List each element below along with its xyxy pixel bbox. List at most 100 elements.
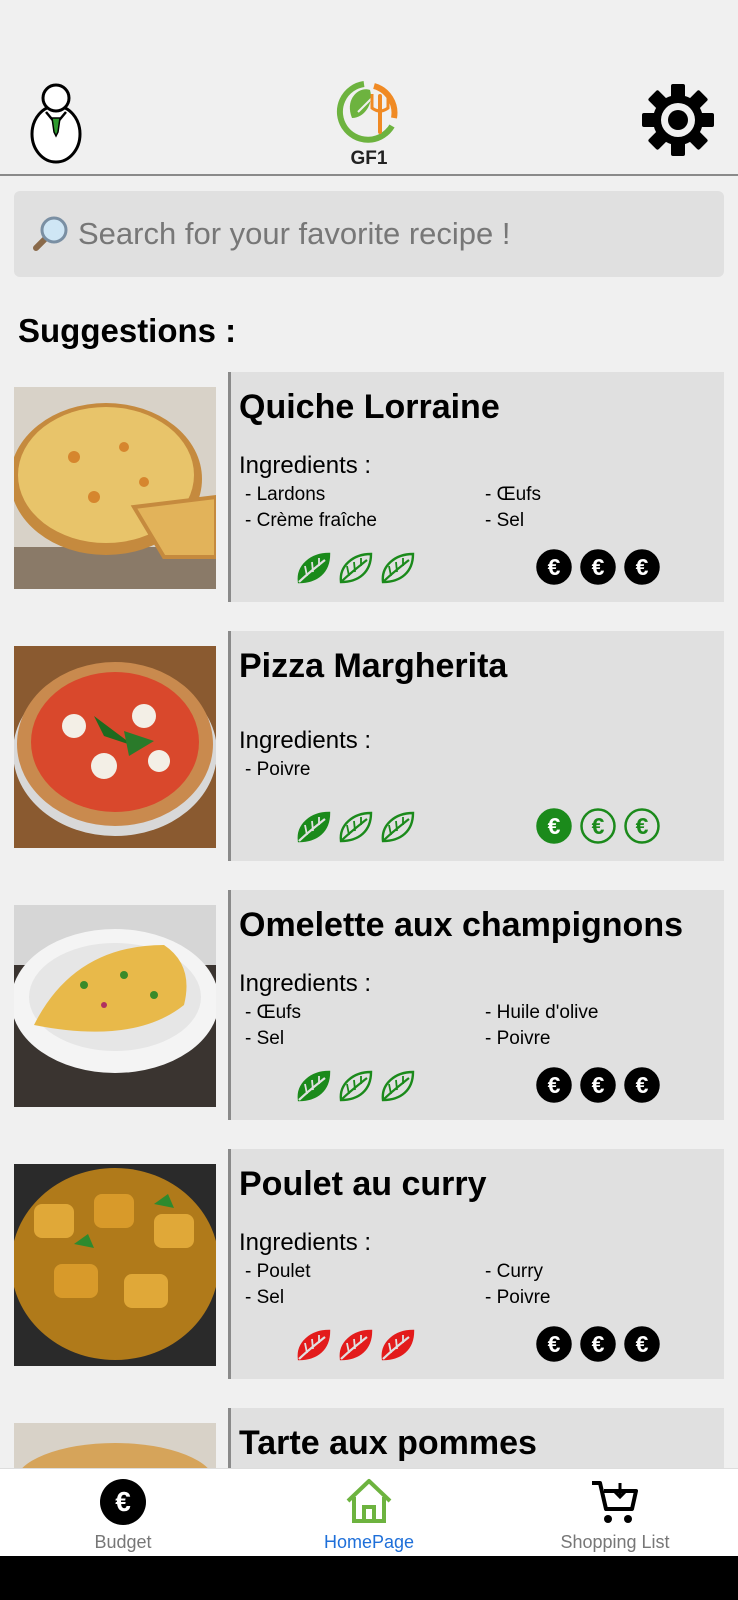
eco-score: [295, 1066, 417, 1104]
leaf-icon: [339, 811, 373, 843]
recipe-title: Omelette aux champignons: [239, 906, 683, 944]
recipe-photo: [14, 1164, 216, 1366]
nav-item-homepage[interactable]: HomePage: [246, 1469, 492, 1557]
ingredient-item: - Curry: [485, 1261, 544, 1282]
leaf-icon: [297, 811, 331, 843]
recipe-title: Pizza Margherita: [239, 647, 508, 685]
ingredient-item: - Poivre: [485, 1028, 551, 1049]
ingredient-item: - Poivre: [485, 1287, 551, 1308]
gear-icon: [642, 84, 714, 156]
leaf-icon: [381, 1329, 415, 1361]
ingredients-label: Ingredients :: [239, 452, 372, 479]
svg-text:€: €: [548, 813, 561, 839]
euro-icon: €: [536, 808, 572, 844]
price-score: € € €: [535, 1066, 661, 1104]
euro-icon: €: [580, 1067, 616, 1103]
ingredient-item: - Sel: [485, 510, 525, 531]
recipe-card[interactable]: Quiche Lorraine Ingredients : - Lardons - C…: [0, 372, 738, 604]
recipe-info: Tarte aux pommes: [231, 1408, 724, 1468]
ingredient-item: - Huile d'olive: [485, 1002, 599, 1023]
recipe-title: Poulet au curry: [239, 1165, 487, 1203]
recipe-card[interactable]: Tarte aux pommes: [0, 1408, 738, 1468]
euro-icon: €: [536, 549, 572, 585]
euro-circle-icon: €: [98, 1477, 148, 1527]
leaf-icon: [297, 1070, 331, 1102]
ingredient-item: - Œufs: [485, 484, 541, 505]
svg-text:€: €: [548, 554, 561, 580]
recipe-card[interactable]: Pizza Margherita Ingredients : - Poivre € …: [0, 631, 738, 863]
app-logo: GF1: [334, 78, 404, 169]
recipe-title: Quiche Lorraine: [239, 388, 500, 426]
nav-item-shopping-list[interactable]: Shopping List: [492, 1469, 738, 1557]
user-avatar-icon: [30, 83, 82, 164]
recipe-photo: [14, 387, 216, 589]
eco-score: [295, 807, 417, 845]
nav-label: HomePage: [323, 1532, 415, 1552]
svg-text:€: €: [592, 813, 605, 839]
price-score: € € €: [535, 807, 661, 845]
leaf-icon: [381, 811, 415, 843]
leaf-icon: [339, 1070, 373, 1102]
euro-icon: €: [580, 549, 616, 585]
app-header: GF1: [0, 68, 738, 176]
svg-text:€: €: [115, 1486, 131, 1517]
ingredient-item: - Sel: [245, 1287, 285, 1308]
ingredient-item: - Sel: [245, 1028, 285, 1049]
ingredient-item: - Poulet: [245, 1261, 311, 1282]
recipe-list[interactable]: Quiche Lorraine Ingredients : - Lardons - C…: [0, 372, 738, 1468]
recipe-card[interactable]: Omelette aux champignons Ingredients : - Œ…: [0, 890, 738, 1122]
euro-icon: €: [580, 808, 616, 844]
home-icon: [344, 1477, 394, 1527]
recipe-info: Pizza Margherita Ingredients : - Poivre € …: [231, 631, 724, 861]
eco-score: [295, 1325, 417, 1363]
recipe-info: Poulet au curry Ingredients : - Poulet - Se…: [231, 1149, 724, 1379]
bottom-navigation: € Budget HomePage Shopping List: [0, 1468, 738, 1556]
leaf-icon: [381, 1070, 415, 1102]
search-input[interactable]: [78, 216, 698, 252]
leaf-icon: [339, 1329, 373, 1361]
leaf-icon: [297, 1329, 331, 1361]
search-bar[interactable]: [14, 191, 724, 277]
ingredient-item: - Poivre: [245, 759, 311, 780]
ingredients-label: Ingredients :: [239, 1229, 372, 1256]
svg-text:€: €: [636, 554, 649, 580]
euro-icon: €: [580, 1326, 616, 1362]
system-navigation-bar: [0, 1556, 738, 1600]
leaf-icon: [381, 552, 415, 584]
ingredients-label: Ingredients :: [239, 970, 372, 997]
eco-score: [295, 548, 417, 586]
svg-text:€: €: [548, 1331, 561, 1357]
recipe-info: Quiche Lorraine Ingredients : - Lardons - C…: [231, 372, 724, 602]
svg-text:€: €: [592, 1331, 605, 1357]
euro-icon: €: [624, 1067, 660, 1103]
svg-text:€: €: [636, 813, 649, 839]
logo-text: GF1: [350, 148, 388, 169]
magnifier-icon: [33, 216, 68, 251]
nav-label: Shopping List: [560, 1532, 670, 1552]
svg-text:€: €: [636, 1072, 649, 1098]
cart-icon: [590, 1477, 640, 1527]
profile-button[interactable]: [26, 82, 86, 166]
recipe-photo: [14, 905, 216, 1107]
euro-icon: €: [624, 1326, 660, 1362]
price-score: € € €: [535, 548, 661, 586]
nav-label: Budget: [94, 1532, 152, 1552]
euro-icon: €: [536, 1326, 572, 1362]
recipe-photo: [14, 646, 216, 848]
ingredient-item: - Lardons: [245, 484, 326, 505]
svg-text:€: €: [592, 1072, 605, 1098]
ingredient-item: - Crème fraîche: [245, 510, 377, 531]
recipe-info: Omelette aux champignons Ingredients : - Œ…: [231, 890, 724, 1120]
ingredients-label: Ingredients :: [239, 727, 372, 754]
leaf-icon: [297, 552, 331, 584]
euro-icon: €: [536, 1067, 572, 1103]
leaf-icon: [339, 552, 373, 584]
recipe-card[interactable]: Poulet au curry Ingredients : - Poulet - Se…: [0, 1149, 738, 1381]
nav-item-budget[interactable]: € Budget: [0, 1469, 246, 1557]
ingredient-item: - Œufs: [245, 1002, 301, 1023]
settings-button[interactable]: [640, 82, 716, 158]
suggestions-title: Suggestions :: [18, 312, 237, 349]
svg-text:€: €: [592, 554, 605, 580]
status-bar: [0, 0, 738, 68]
euro-icon: €: [624, 549, 660, 585]
